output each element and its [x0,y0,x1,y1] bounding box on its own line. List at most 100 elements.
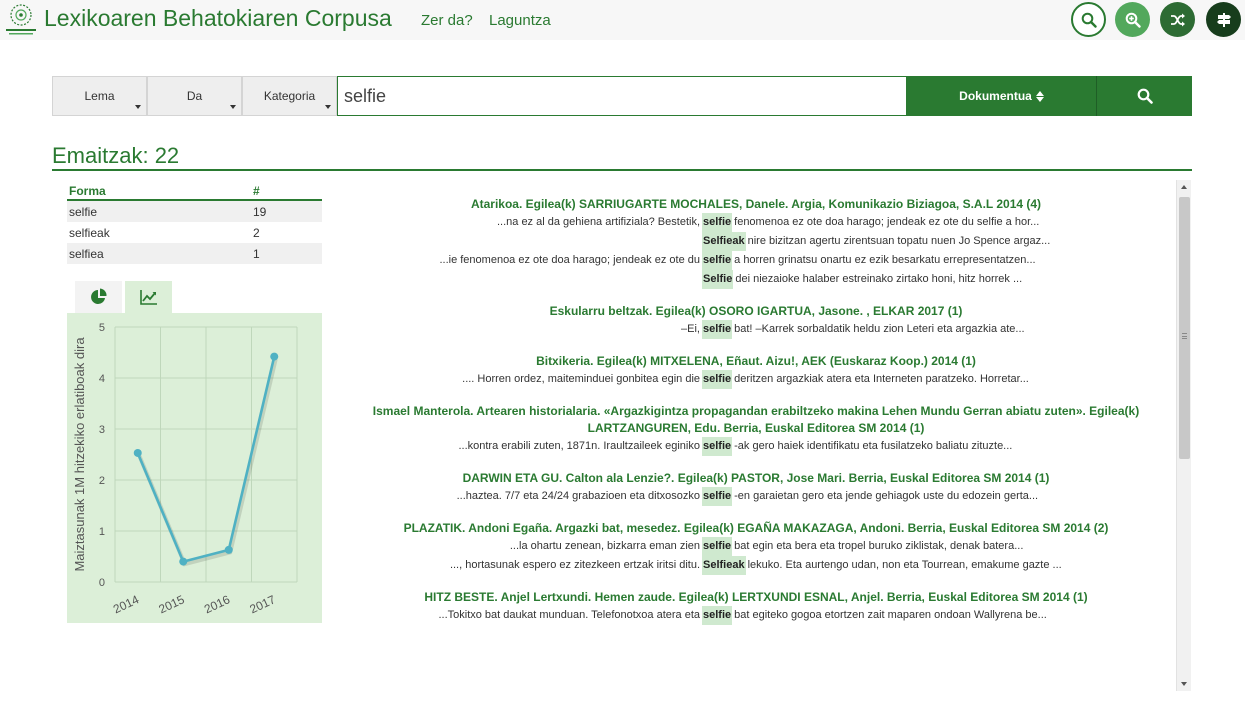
sort-document-button[interactable]: Dokumentua [907,76,1097,116]
concordance-line[interactable]: ...haztea. 7/7 eta 24/24 grabazioen eta … [370,487,1142,506]
tab-line-chart[interactable] [125,281,172,313]
keyword-highlight: selfie [702,606,733,625]
right-context: bat egin eta bera eta tropel buruko zikl… [734,540,1024,552]
right-context: dei niezaioke halaber estreinako zirtako… [735,273,1023,285]
result-document: Ismael Manterola. Artearen historialaria… [370,403,1142,456]
left-context: ..., hortasunak espero ez zitezkeen ertz… [449,559,700,571]
divider [52,169,1192,171]
left-context: –Ei, [681,323,700,335]
header-zoom-button[interactable] [1115,2,1150,37]
y-tick-label: 4 [99,373,105,385]
concordance-line[interactable]: –Ei, selfie bat! –Karrek sorbaldatik heldu… [370,320,1142,339]
result-document: DARWIN ETA GU. Calton ala Lenzie?. Egile… [370,470,1142,506]
caret-down-icon [135,105,141,109]
concordance-line[interactable]: ..., hortasunak espero ez zitezkeen ertz… [370,556,1142,575]
result-document: Bitxikeria. Egilea(k) MITXELENA, Eñaut. … [370,353,1142,389]
forms-table: Forma # selfie 19 selfieak 2 selfiea 1 [67,182,322,264]
pie-chart-icon [90,288,107,304]
table-row[interactable]: selfie 19 [67,201,322,222]
logo-icon[interactable] [4,2,38,38]
results-scrollbar[interactable] [1176,180,1191,691]
left-context [370,232,700,251]
keyword-highlight: Selfie [702,270,734,289]
count-cell: 19 [253,204,267,219]
header-guide-button[interactable] [1206,2,1241,37]
concordance-line[interactable]: ...Tokitxo bat daukat munduan. Telefonot… [370,606,1142,625]
document-title-link[interactable]: Atarikoa. Egilea(k) SARRIUGARTE MOCHALES… [370,196,1142,213]
table-row[interactable]: selfieak 2 [67,222,322,243]
category-dropdown[interactable]: Kategoria [242,76,337,116]
concordance-line[interactable]: Selfie dei niezaioke halaber estreinako z… [370,270,1142,289]
y-tick-label: 0 [99,577,105,589]
data-point[interactable] [224,545,233,554]
document-title-link[interactable]: Ismael Manterola. Artearen historialaria… [370,403,1142,437]
search-button[interactable] [1097,76,1192,116]
nav-link-about[interactable]: Zer da? [421,12,473,29]
right-context: nire bizitzan agertu zirentsuan topatu n… [747,235,1051,247]
concordance-line[interactable]: ...na ez al da gehiena artifiziala? Best… [370,213,1142,232]
lemma-dropdown-label: Lema [84,89,115,103]
x-tick-label: 2016 [202,592,232,616]
right-context: a horren grinatsu onartu ez ezik besarka… [734,254,1036,266]
keyword-highlight: Selfieak [702,556,746,575]
right-context: bat egiteko gogoa etortzen zait maparen … [734,609,1047,621]
shuffle-icon [1170,13,1185,26]
chart-panel: 0 1 2 3 4 5 2014 2015 2016 2017 Maiztasunak 1M hit… [67,313,322,623]
header-random-button[interactable] [1160,2,1195,37]
keyword-highlight: selfie [702,370,733,389]
caret-down-icon [230,105,236,109]
form-cell: selfiea [69,246,104,261]
caret-down-icon [325,105,331,109]
right-context: -ak gero haiek identifikatu eta fusilatz… [734,440,1013,452]
tab-pie-chart[interactable] [75,281,122,313]
signpost-icon [1216,12,1231,27]
count-cell: 1 [253,246,260,261]
top-bar: Lexikoaren Behatokiaren Corpusa Zer da? … [0,0,1245,40]
document-title-link[interactable]: DARWIN ETA GU. Calton ala Lenzie?. Egile… [370,470,1142,487]
data-point[interactable] [133,448,142,457]
concordance-line[interactable]: ...ie fenomenoa ez ote doa harago; jende… [370,251,1142,270]
concordance-line[interactable]: ...kontra erabili zuten, 1871n. Iraultza… [370,437,1142,456]
y-tick-label: 3 [99,424,105,436]
concordance-line[interactable]: Selfieak nire bizitzan agertu zirentsuan … [370,232,1142,251]
sort-document-label: Dokumentua [959,89,1032,103]
keyword-highlight: selfie [702,487,733,506]
table-row[interactable]: selfiea 1 [67,243,322,264]
nav-link-help[interactable]: Laguntza [489,12,551,29]
x-tick-label: 2015 [157,592,187,616]
header-search-button[interactable] [1071,2,1106,37]
search-bar: Lema Da Kategoria Dokumentua [52,76,1192,116]
document-title-link[interactable]: PLAZATIK. Andoni Egaña. Argazki bat, mes… [370,520,1142,537]
results-count-title: Emaitzak: 22 [52,143,180,168]
count-cell: 2 [253,225,260,240]
left-context: ...na ez al da gehiena artifiziala? Best… [496,216,700,228]
app-title[interactable]: Lexikoaren Behatokiaren Corpusa [44,5,392,32]
right-context: fenomenoa ez ote doa harago; jendeak ez … [734,216,1040,228]
form-cell: selfieak [69,225,110,240]
line-chart-icon [139,290,157,305]
right-context: -en garaietan gero eta jende gehiagok us… [734,490,1039,502]
operator-dropdown[interactable]: Da [147,76,242,116]
data-point[interactable] [270,352,279,361]
concordance-line[interactable]: ...la ohartu zenean, bizkarra eman zien s… [370,537,1142,556]
result-document: PLAZATIK. Andoni Egaña. Argazki bat, mes… [370,520,1142,575]
column-header-count: # [253,184,260,198]
scroll-down-icon[interactable] [1181,682,1187,686]
document-title-link[interactable]: Eskularru beltzak. Egilea(k) OSORO IGART… [370,303,1142,320]
keyword-highlight: selfie [702,437,733,456]
left-context: ...ie fenomenoa ez ote doa harago; jende… [439,254,700,266]
document-title-link[interactable]: Bitxikeria. Egilea(k) MITXELENA, Eñaut. … [370,353,1142,370]
document-title-link[interactable]: HITZ BESTE. Anjel Lertxundi. Hemen zaude… [370,589,1142,606]
right-context: bat! –Karrek sorbaldatik heldu zion Lete… [734,323,1025,335]
lemma-dropdown[interactable]: Lema [52,76,147,116]
scroll-up-icon[interactable] [1181,185,1187,189]
search-input[interactable] [337,76,907,116]
concordance-line[interactable]: .... Horren ordez, maiteminduei gonbitea… [370,370,1142,389]
form-cell: selfie [69,204,98,219]
operator-dropdown-label: Da [186,89,203,103]
data-point[interactable] [179,557,188,566]
y-tick-label: 2 [99,475,105,487]
scrollbar-thumb[interactable] [1179,197,1190,459]
right-context: lekuko. Eta aurtengo udan, non eta Tourr… [747,559,1062,571]
right-context: deritzen argazkiak atera eta Interneten … [734,373,1029,385]
